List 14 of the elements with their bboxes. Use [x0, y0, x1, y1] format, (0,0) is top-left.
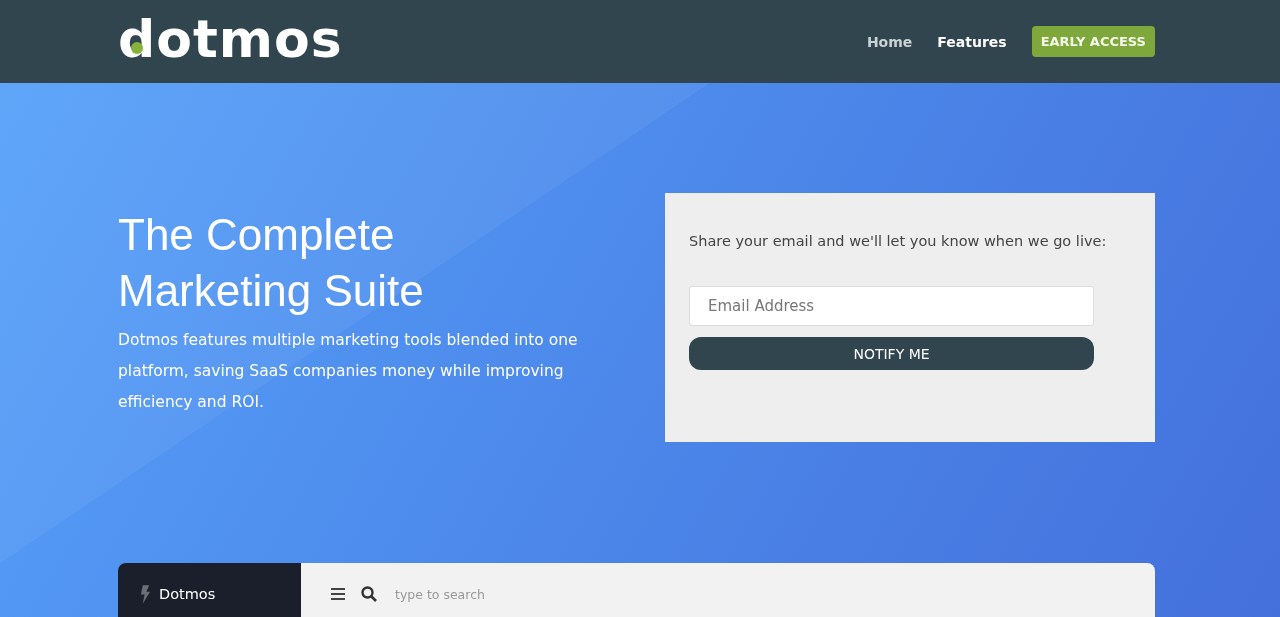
dot-icon [131, 41, 143, 54]
nav-link[interactable]: Home [866, 33, 913, 50]
app-brand: Dotmos [159, 586, 216, 602]
nav-link[interactable]: Features [937, 33, 1007, 50]
hero-title: The Complete Marketing Suite [118, 209, 425, 317]
lightning-icon [140, 584, 151, 604]
search-icon[interactable] [361, 586, 377, 602]
menu-icon[interactable] [331, 588, 345, 600]
logo[interactable]: dotmos [118, 12, 343, 71]
email-field[interactable]: Email Address [689, 286, 1094, 326]
notify-button[interactable]: NOTIFY ME [689, 337, 1094, 370]
hero-text: Dotmos features multiple marketing tools blended into one platform, saving SaaS companies money while improving efficiency and ROI. [118, 330, 579, 413]
search-field[interactable]: type to search [393, 585, 597, 603]
signup-prompt: Share your email and we'll let you know when we go live: [689, 233, 1108, 249]
